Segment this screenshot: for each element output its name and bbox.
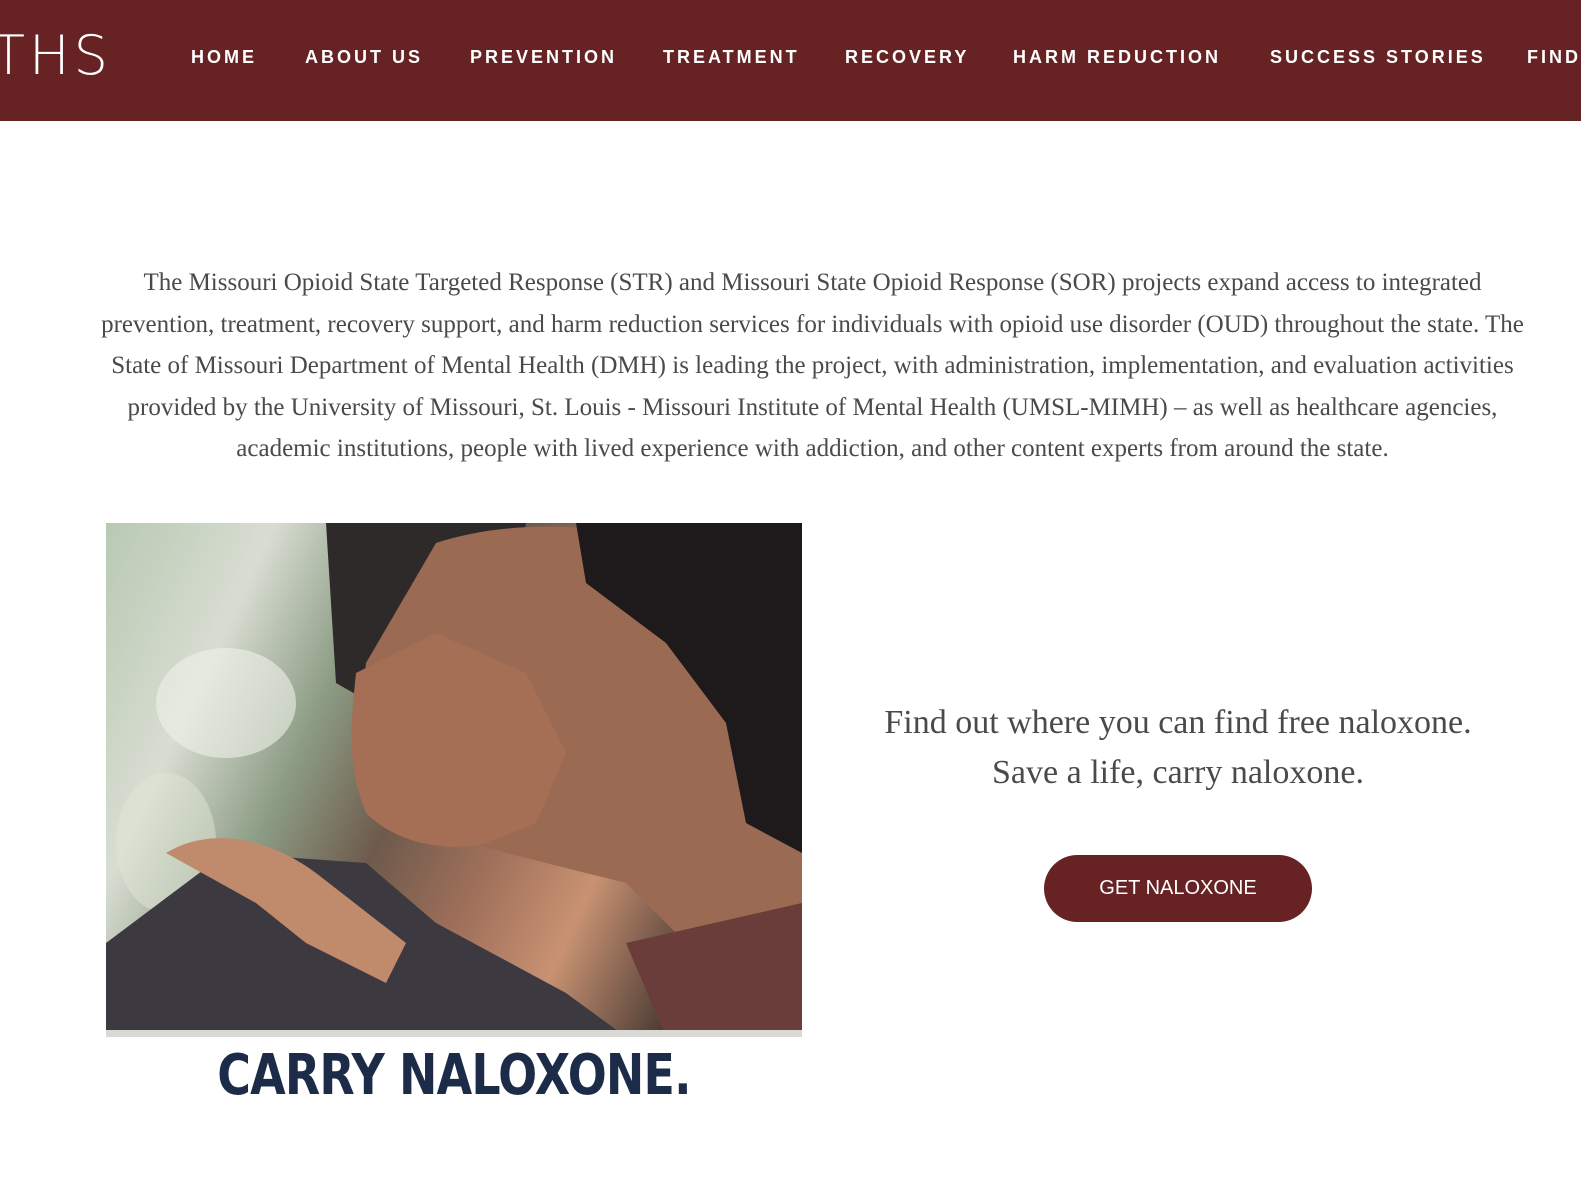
nav-success-stories[interactable]: SUCCESS STORIES (1270, 45, 1486, 69)
intro-paragraph: The Missouri Opioid State Targeted Respo… (101, 269, 1524, 463)
nav-recovery[interactable]: RECOVERY (845, 45, 969, 69)
nav-prevention[interactable]: PREVENTION (470, 45, 617, 69)
promo-line-1: Find out where you can find free naloxon… (884, 704, 1472, 741)
nav-treatment[interactable]: TREATMENT (663, 45, 800, 69)
promo-line-2: Save a life, carry naloxone. (992, 754, 1364, 791)
naloxone-promo: Find out where you can find free naloxon… (860, 698, 1496, 798)
get-naloxone-button[interactable]: GET NALOXONE (1044, 855, 1312, 922)
nav-find[interactable]: FIND (1527, 45, 1581, 69)
naloxone-photo (106, 523, 802, 1037)
nav-about-us[interactable]: ABOUT US (305, 45, 423, 69)
hugging-people-illustration (106, 523, 802, 1037)
carry-naloxone-caption: CARRY NALOXONE. (217, 1043, 691, 1108)
nav-home[interactable]: HOME (191, 45, 257, 69)
nav-harm-reduction[interactable]: HARM REDUCTION (1013, 45, 1221, 69)
photo-divider (106, 1030, 802, 1037)
site-header: THS HOME ABOUT US PREVENTION TREATMENT R… (0, 0, 1581, 121)
main-nav: HOME ABOUT US PREVENTION TREATMENT RECOV… (0, 45, 1581, 69)
